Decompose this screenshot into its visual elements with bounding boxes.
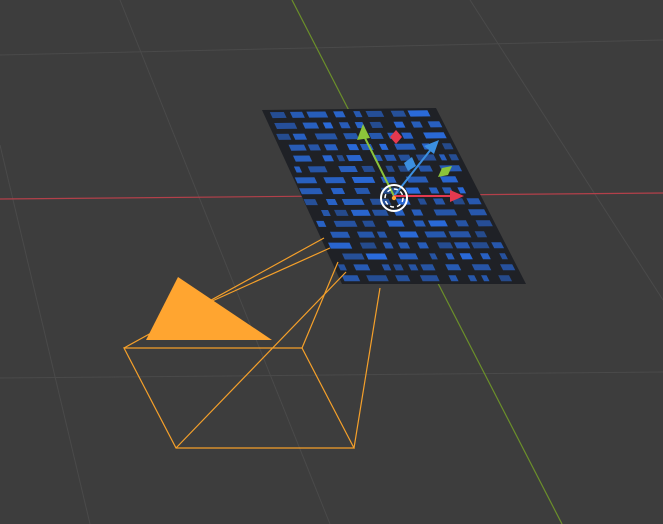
texture-dash <box>433 209 458 216</box>
texture-dash <box>294 177 318 184</box>
texture-dash <box>424 231 447 238</box>
texture-dash <box>333 220 358 227</box>
texture-dash <box>274 122 298 129</box>
camera-frame[interactable] <box>123 347 355 449</box>
texture-dash <box>307 166 328 173</box>
texture-dash <box>341 275 361 282</box>
texture-dash <box>468 209 488 216</box>
texture-dash <box>351 176 376 184</box>
texture-dash <box>269 111 287 119</box>
camera-frustum-edge <box>353 287 381 449</box>
texture-dash <box>365 253 388 260</box>
texture-dash <box>371 209 389 216</box>
texture-dash <box>338 166 358 173</box>
texture-dash <box>329 231 351 238</box>
texture-dash <box>386 220 405 227</box>
texture-dash <box>302 122 320 129</box>
floor-grid <box>0 0 663 524</box>
texture-dash <box>314 133 338 140</box>
texture-dash <box>354 187 371 194</box>
texture-dash <box>359 242 377 249</box>
texture-dash <box>346 155 363 162</box>
grid-line <box>0 144 91 524</box>
3d-viewport[interactable] <box>0 0 663 524</box>
texture-dash <box>353 264 371 271</box>
texture-dash <box>341 198 365 205</box>
grid-line <box>0 39 663 56</box>
texture-dash <box>407 110 431 117</box>
texture-dash <box>423 132 447 139</box>
texture-dash <box>448 231 472 238</box>
texture-dash <box>471 242 490 249</box>
texture-dash <box>366 275 389 282</box>
camera-frustum-edge <box>301 261 339 349</box>
camera-up-triangle <box>146 277 272 340</box>
texture-dash <box>471 264 492 271</box>
texture-dash <box>356 231 376 238</box>
texture-dash <box>288 144 307 151</box>
texture-dash <box>292 155 313 162</box>
texture-dash <box>427 220 448 227</box>
camera-frustum-edge <box>209 247 331 303</box>
texture-dash <box>397 253 419 260</box>
texture-dash <box>419 275 440 282</box>
texture-dash <box>394 143 417 150</box>
object-origin-dot <box>391 195 397 201</box>
viewport-canvas[interactable] <box>0 0 663 524</box>
texture-dash <box>350 209 371 216</box>
texture-dash <box>342 253 365 260</box>
texture-dash <box>439 176 459 183</box>
grid-line <box>0 371 663 379</box>
texture-dash <box>365 110 385 118</box>
texture-dash <box>328 242 353 249</box>
texture-dash <box>306 111 329 118</box>
texture-dash <box>323 177 347 184</box>
texture-dash <box>398 231 419 238</box>
texture-dash <box>299 188 323 195</box>
